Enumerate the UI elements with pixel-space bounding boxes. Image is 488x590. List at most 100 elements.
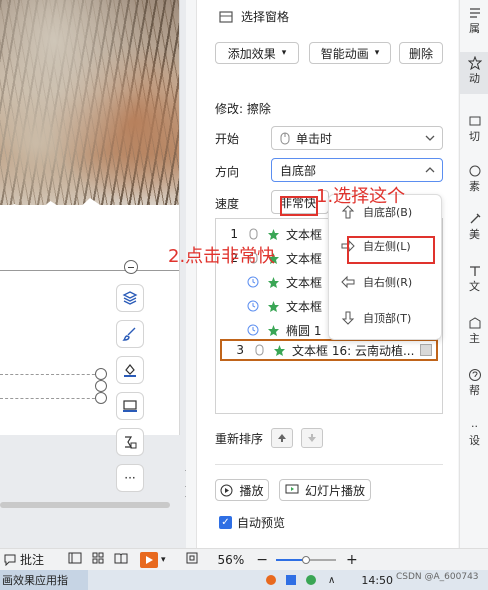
reorder-label: 重新排序: [215, 431, 264, 446]
sidebar-item-settings[interactable]: ·· 设: [460, 420, 488, 448]
slideshow-label: 幻灯片播放: [304, 483, 365, 498]
sidebar-item-theme[interactable]: 主: [460, 316, 488, 346]
slideshow-button[interactable]: 幻灯片播放: [279, 479, 371, 501]
sidebar-item-properties[interactable]: 属: [460, 6, 488, 36]
delete-button[interactable]: 删除: [399, 42, 443, 64]
move-up-button[interactable]: [271, 428, 294, 448]
layers-icon[interactable]: [116, 284, 144, 312]
material-icon: [469, 165, 480, 177]
fill-icon[interactable]: [116, 356, 144, 384]
comment-button[interactable]: 批注: [4, 551, 44, 568]
item-label: 文本框: [286, 275, 323, 290]
brush-icon[interactable]: [116, 320, 144, 348]
theme-icon: [469, 317, 480, 329]
list-item-selected[interactable]: 3 文本框 16: 云南动植...: [220, 339, 438, 361]
sidebar-item-material[interactable]: 素: [460, 164, 488, 194]
scroll-down-icon[interactable]: [185, 496, 186, 501]
selection-pane-label: 选择窗格: [241, 10, 290, 24]
speed-label: 速度: [215, 197, 240, 211]
star-icon: [266, 275, 280, 289]
more-dots-icon: ··: [471, 420, 478, 433]
text-icon: [469, 266, 480, 276]
collapse-icon[interactable]: [124, 260, 138, 274]
mouse-icon: [246, 227, 260, 241]
transition-icon: [469, 116, 480, 126]
add-effect-button[interactable]: 添加效果 ▾: [215, 42, 299, 64]
direction-select[interactable]: 自底部: [271, 158, 443, 182]
zoom-in-button[interactable]: +: [346, 552, 358, 568]
grid-view-icon[interactable]: [92, 552, 104, 567]
chevron-down-icon[interactable]: ▾: [161, 555, 166, 565]
play-button[interactable]: 播放: [215, 479, 269, 501]
properties-icon: [469, 8, 480, 18]
play-slideshow-button[interactable]: [140, 551, 159, 568]
resize-handle[interactable]: [95, 392, 107, 404]
arrow-down-icon: [341, 311, 355, 325]
scroll-up-icon[interactable]: [185, 466, 186, 471]
direction-menu: 自底部(B) 自左侧(L) 自右侧(R) 自顶部(T): [328, 194, 442, 340]
sidebar-label: 设: [469, 434, 480, 447]
item-menu-icon[interactable]: [420, 344, 432, 356]
fit-window-icon[interactable]: [186, 552, 198, 567]
scroll-up-icon[interactable]: [185, 482, 186, 487]
resize-handle[interactable]: [95, 380, 107, 392]
star-icon: [266, 323, 280, 337]
auto-preview-label: 自动预览: [237, 516, 286, 530]
move-down-button[interactable]: [301, 428, 324, 448]
auto-preview-checkbox[interactable]: ✓ 自动预览: [219, 514, 285, 531]
checkbox-checked-icon: ✓: [219, 516, 232, 529]
item-label: 文本框: [286, 299, 323, 314]
zoom-out-button[interactable]: −: [256, 552, 268, 568]
zoom-value: 56%: [217, 552, 245, 567]
sidebar-item-animation[interactable]: 动: [460, 52, 488, 94]
chevron-down-icon: ▾: [374, 48, 380, 58]
annotation-box-left: [347, 236, 435, 264]
clock-icon: [246, 299, 260, 313]
slide-photo[interactable]: [0, 0, 179, 205]
chevron-down-icon: [425, 135, 435, 141]
star-icon: [266, 227, 280, 241]
taskbar-window-item[interactable]: 画效果应用指: [0, 570, 88, 590]
caret-up-icon[interactable]: ∧: [328, 575, 335, 586]
start-select[interactable]: 单击时: [271, 126, 443, 150]
horizontal-scrollbar[interactable]: [0, 500, 180, 510]
watermark: CSDN @A_600743: [396, 572, 479, 582]
sidebar-item-beautify[interactable]: 美: [460, 212, 488, 242]
menu-item-from-top[interactable]: 自顶部(T): [329, 303, 441, 333]
screen-icon[interactable]: [116, 392, 144, 420]
start-label: 开始: [215, 132, 240, 146]
item-label: 文本框 16: 云南动植...: [292, 343, 415, 358]
menu-item-from-right[interactable]: 自右侧(R): [329, 267, 441, 297]
zoom-slider[interactable]: [275, 555, 336, 564]
chevron-up-icon: [425, 167, 435, 173]
slide[interactable]: [0, 0, 180, 435]
more-icon[interactable]: ···: [116, 464, 144, 492]
app-icon[interactable]: [306, 575, 316, 585]
app-icon[interactable]: [266, 575, 276, 585]
star-icon: [272, 343, 286, 357]
sidebar-item-transition[interactable]: 切: [460, 114, 488, 144]
sidebar-label: 文: [469, 280, 480, 293]
app-icon[interactable]: [286, 575, 296, 585]
arrow-up-icon: [278, 434, 287, 442]
star-icon: [266, 299, 280, 313]
clock: 14:50: [361, 573, 394, 587]
sidebar-label: 美: [469, 228, 480, 241]
item-number: 3: [236, 343, 244, 357]
reading-view-icon[interactable]: [114, 552, 128, 567]
delete-label: 删除: [408, 46, 433, 61]
selection-pane-link[interactable]: 选择窗格: [219, 8, 289, 25]
clock-icon: [246, 323, 260, 337]
text-box-border: [0, 374, 100, 375]
formula-icon[interactable]: [116, 428, 144, 456]
sidebar-item-help[interactable]: 帮: [460, 368, 488, 398]
resize-handle[interactable]: [95, 368, 107, 380]
normal-view-icon[interactable]: [68, 552, 82, 567]
sidebar-item-text[interactable]: 文: [460, 264, 488, 294]
chevron-down-icon: ▾: [281, 48, 287, 58]
smart-animation-button[interactable]: 智能动画 ▾: [309, 42, 391, 64]
zoom-slider-thumb[interactable]: [301, 555, 310, 564]
star-icon: [467, 56, 482, 70]
taskbar-window-title: 画效果应用指: [2, 574, 68, 587]
reorder-row: 重新排序: [215, 428, 324, 448]
